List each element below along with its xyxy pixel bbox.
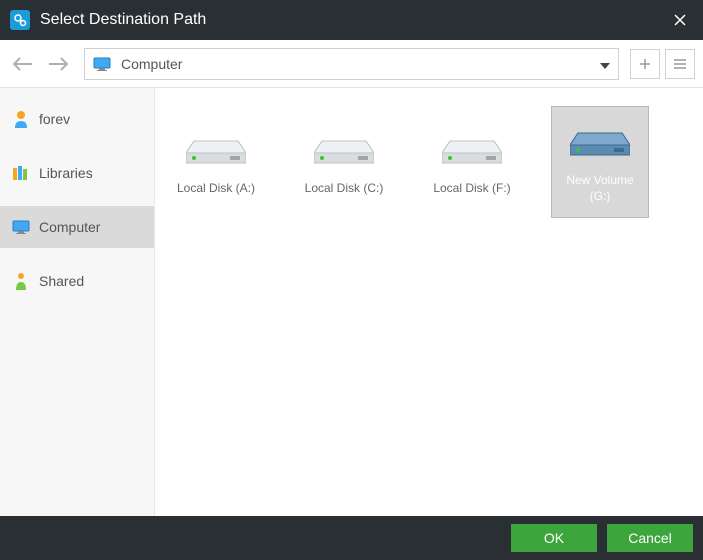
drive-item[interactable]: Local Disk (A:) <box>167 106 265 218</box>
sidebar-item-libraries[interactable]: Libraries <box>0 152 154 194</box>
sidebar-item-label: forev <box>39 111 70 127</box>
drive-grid: Local Disk (A:) Local Disk (C:) <box>155 88 703 516</box>
path-label: Computer <box>121 56 182 72</box>
forward-button[interactable] <box>43 49 73 79</box>
computer-icon <box>12 218 30 236</box>
libraries-icon <box>12 164 30 182</box>
toolbar: Computer <box>0 40 703 88</box>
drive-label: Local Disk (F:) <box>433 181 510 197</box>
ok-button[interactable]: OK <box>511 524 597 552</box>
footer: OK Cancel <box>0 516 703 560</box>
hdd-icon <box>186 127 246 167</box>
window-title: Select Destination Path <box>40 11 647 29</box>
drive-label: New Volume (G:) <box>558 173 642 204</box>
app-icon <box>10 10 30 30</box>
sidebar-item-shared[interactable]: Shared <box>0 260 154 302</box>
new-folder-button[interactable] <box>630 49 660 79</box>
drive-item[interactable]: Local Disk (C:) <box>295 106 393 218</box>
hdd-icon <box>442 127 502 167</box>
drive-label: Local Disk (C:) <box>305 181 384 197</box>
user-icon <box>12 110 30 128</box>
drive-label: Local Disk (A:) <box>177 181 255 197</box>
shared-icon <box>12 272 30 290</box>
sidebar: forev Libraries Computer <box>0 88 155 516</box>
sidebar-item-label: Libraries <box>39 165 93 181</box>
view-list-button[interactable] <box>665 49 695 79</box>
hdd-icon <box>570 119 630 159</box>
close-button[interactable] <box>657 0 703 40</box>
drive-item[interactable]: New Volume (G:) <box>551 106 649 218</box>
sidebar-item-computer[interactable]: Computer <box>0 206 154 248</box>
computer-icon <box>93 57 111 71</box>
path-dropdown-icon[interactable] <box>600 56 610 72</box>
hdd-icon <box>314 127 374 167</box>
drive-item[interactable]: Local Disk (F:) <box>423 106 521 218</box>
cancel-button[interactable]: Cancel <box>607 524 693 552</box>
back-button[interactable] <box>8 49 38 79</box>
sidebar-item-user[interactable]: forev <box>0 98 154 140</box>
titlebar: Select Destination Path <box>0 0 703 40</box>
path-bar[interactable]: Computer <box>84 48 619 80</box>
sidebar-item-label: Computer <box>39 219 100 235</box>
sidebar-item-label: Shared <box>39 273 84 289</box>
